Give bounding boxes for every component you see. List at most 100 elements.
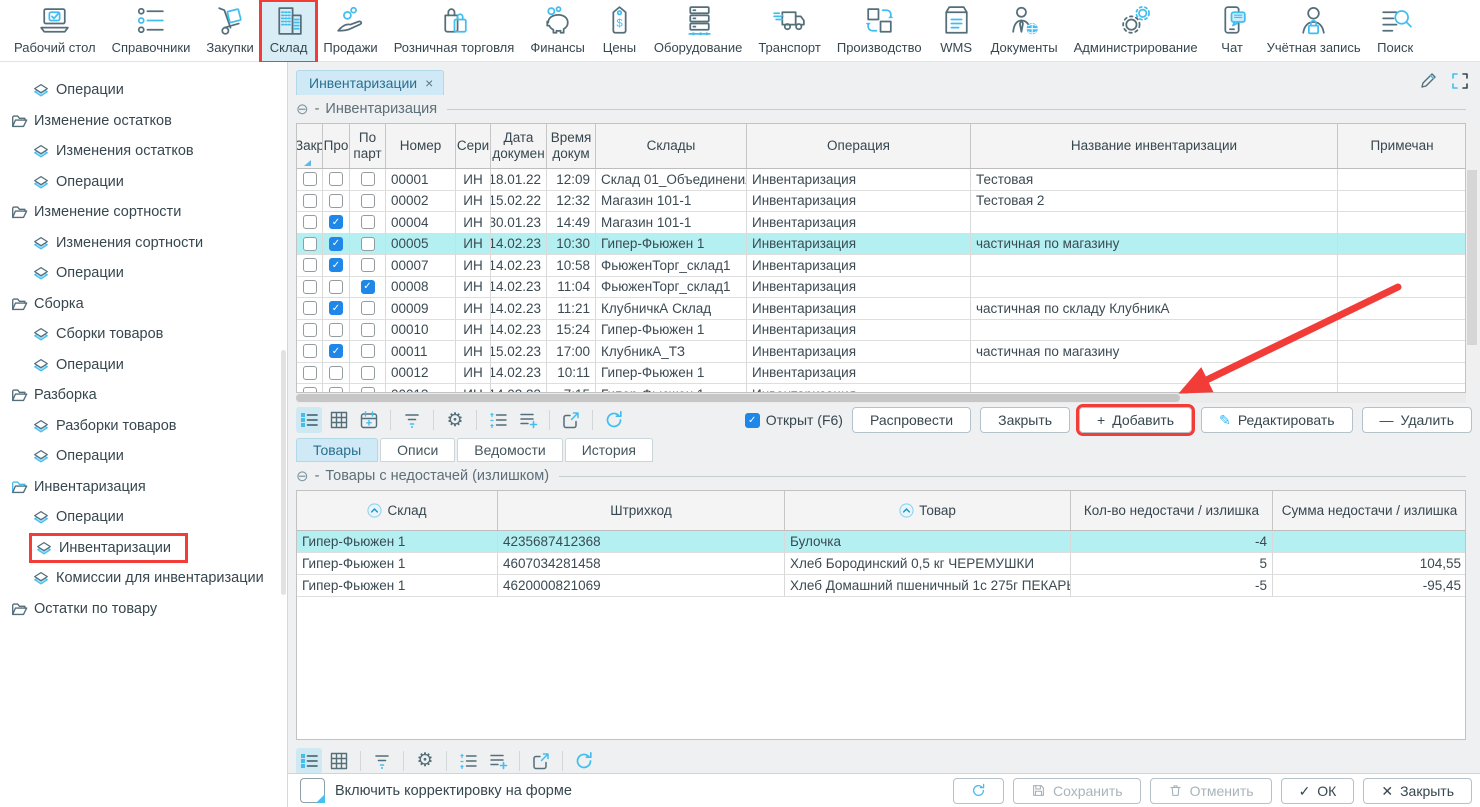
sidebar-item[interactable]: Инвентаризации [0,533,287,564]
collapse-icon[interactable]: ⊖ [296,467,309,485]
column-header[interactable]: Операция [747,124,971,169]
column-header[interactable]: Склады [596,124,747,169]
column-header[interactable]: Время докум [547,124,596,169]
column-header[interactable]: Сумма недостачи / излишка [1273,491,1466,531]
sidebar-item[interactable]: Операции [0,441,287,472]
column-header[interactable]: Закр [297,124,323,169]
sidebar-item[interactable]: Изменения остатков [0,136,287,167]
nav-item-sales[interactable]: Продажи [315,2,385,61]
nav-item-production[interactable]: Производство [829,2,930,61]
column-header[interactable]: Товар [785,491,1071,531]
edit-pencil-icon[interactable] [1418,71,1438,91]
tab-inventarizacii[interactable]: Инвентаризации × [296,70,444,95]
column-header[interactable]: Сери [456,124,491,169]
nav-item-chat[interactable]: Чат [1206,2,1259,61]
sidebar-item[interactable]: Разборка [0,380,287,411]
column-header[interactable]: Название инвентаризации [971,124,1338,169]
sidebar-item[interactable]: Инвентаризация [0,472,287,503]
column-header[interactable]: Кол-во недостачи / излишка [1071,491,1273,531]
toolbar-numbered-list-button[interactable] [455,748,481,774]
row-checkbox[interactable] [329,323,343,337]
добавить-button[interactable]: +Добавить [1079,407,1192,433]
sidebar-item[interactable]: Операции [0,502,287,533]
toolbar-filter-button[interactable] [369,748,395,774]
ок-button[interactable]: ✓ОК [1281,778,1355,804]
row-checkbox[interactable] [361,215,375,229]
nav-item-warehouse[interactable]: Склад [262,2,316,61]
toolbar-numbered-list-button[interactable] [485,407,511,433]
row-checkbox[interactable] [303,258,317,272]
row-checkbox[interactable]: ✓ [329,344,343,358]
row-checkbox[interactable] [303,172,317,186]
inventory-table-vscrollbar[interactable] [1466,123,1478,393]
table-row[interactable]: ✓00004ИН30.01.2314:49Магазин 101-1Инвент… [297,212,1465,234]
toolbar-listview-button[interactable] [296,407,322,433]
tab-история[interactable]: История [565,438,653,462]
open-f6-checkbox[interactable]: ✓ Открыт (F6) [745,412,843,428]
toolbar-open-external-button[interactable] [558,407,584,433]
table-row[interactable]: 00001ИН18.01.2212:09Склад 01_Объединения… [297,169,1465,191]
row-checkbox[interactable] [361,258,375,272]
row-checkbox[interactable] [303,323,317,337]
nav-item-catalog[interactable]: Справочники [104,2,199,61]
nav-item-documents[interactable]: Документы [983,2,1066,61]
сохранить-button[interactable]: Сохранить [1013,778,1141,804]
table-row[interactable]: ✓00011ИН15.02.2317:00КлубникА_ТЗИнвентар… [297,341,1465,363]
expand-icon[interactable] [1450,71,1470,91]
row-checkbox[interactable] [361,366,375,380]
tab-close-icon[interactable]: × [425,75,433,91]
row-checkbox[interactable] [361,301,375,315]
table-row[interactable]: 00002ИН15.02.2212:32Магазин 101-1Инвента… [297,191,1465,213]
nav-item-administration[interactable]: Администрирование [1066,2,1206,61]
column-header[interactable]: Дата докумен [491,124,547,169]
collapse-icon[interactable]: ⊖ [296,100,309,118]
sidebar-item[interactable]: Изменение сортности [0,197,287,228]
toolbar-refresh-button[interactable] [601,407,627,433]
toolbar-filter-button[interactable] [399,407,425,433]
inventory-table-hscrollbar[interactable] [296,393,1466,403]
adjust-on-form-checkbox[interactable] [300,778,325,803]
nav-item-account[interactable]: Учётная запись [1259,2,1369,61]
table-row[interactable]: 00013ИН14.02.237:15Гипер-Фьюжен 1Инвента… [297,384,1465,393]
column-header[interactable]: Примечан [1338,124,1466,169]
sidebar-item[interactable]: Комиссии для инвентаризации [0,563,287,594]
row-checkbox[interactable]: ✓ [329,258,343,272]
row-checkbox[interactable]: ✓ [329,237,343,251]
nav-item-equipment[interactable]: Оборудование [646,2,750,61]
toolbar-listview-button[interactable] [296,748,322,774]
column-header[interactable]: По парт [350,124,386,169]
table-row[interactable]: 00010ИН14.02.2315:24Гипер-Фьюжен 1Инвент… [297,320,1465,342]
table-row[interactable]: ✓00005ИН14.02.2310:30Гипер-Фьюжен 1Инвен… [297,234,1465,256]
table-row[interactable]: ✓00007ИН14.02.2310:58ФьюженТорг_склад1Ин… [297,255,1465,277]
row-checkbox[interactable] [329,280,343,294]
nav-item-finance[interactable]: Финансы [522,2,593,61]
sidebar-item[interactable]: Сборка [0,289,287,320]
nav-item-desktop[interactable]: Рабочий стол [6,2,104,61]
sidebar-item[interactable]: Разборки товаров [0,411,287,442]
sidebar-item[interactable]: Изменение остатков [0,106,287,137]
row-checkbox[interactable] [361,237,375,251]
table-row[interactable]: Гипер-Фьюжен 14620000821069Хлеб Домашний… [297,575,1465,597]
table-row[interactable]: ✓00008ИН14.02.2311:04ФьюженТорг_склад1Ин… [297,277,1465,299]
sidebar-item[interactable]: Сборки товаров [0,319,287,350]
sidebar-item[interactable]: Операции [0,258,287,289]
sidebar-item[interactable]: Операции [0,167,287,198]
column-header[interactable]: Штрихкод [498,491,785,531]
nav-item-retail[interactable]: Розничная торговля [386,2,523,61]
column-header[interactable]: Склад [297,491,498,531]
toolbar-open-external-button[interactable] [528,748,554,774]
table-row[interactable]: Гипер-Фьюжен 14607034281458Хлеб Бородинс… [297,553,1465,575]
toolbar-grid-button[interactable] [326,748,352,774]
row-checkbox[interactable] [361,194,375,208]
toolbar-grid-button[interactable] [326,407,352,433]
закрыть-button[interactable]: ✕Закрыть [1363,778,1472,804]
row-checkbox[interactable] [303,194,317,208]
nav-item-search[interactable]: Поиск [1369,2,1422,61]
row-checkbox[interactable] [303,237,317,251]
nav-item-prices[interactable]: $Цены [593,2,646,61]
table-row[interactable]: 00012ИН14.02.2310:11Гипер-Фьюжен 1Инвент… [297,363,1465,385]
row-checkbox[interactable] [361,344,375,358]
sidebar-item[interactable]: Остатки по товару [0,594,287,625]
распровести-button[interactable]: Распровести [852,407,971,433]
row-checkbox[interactable]: ✓ [329,301,343,315]
